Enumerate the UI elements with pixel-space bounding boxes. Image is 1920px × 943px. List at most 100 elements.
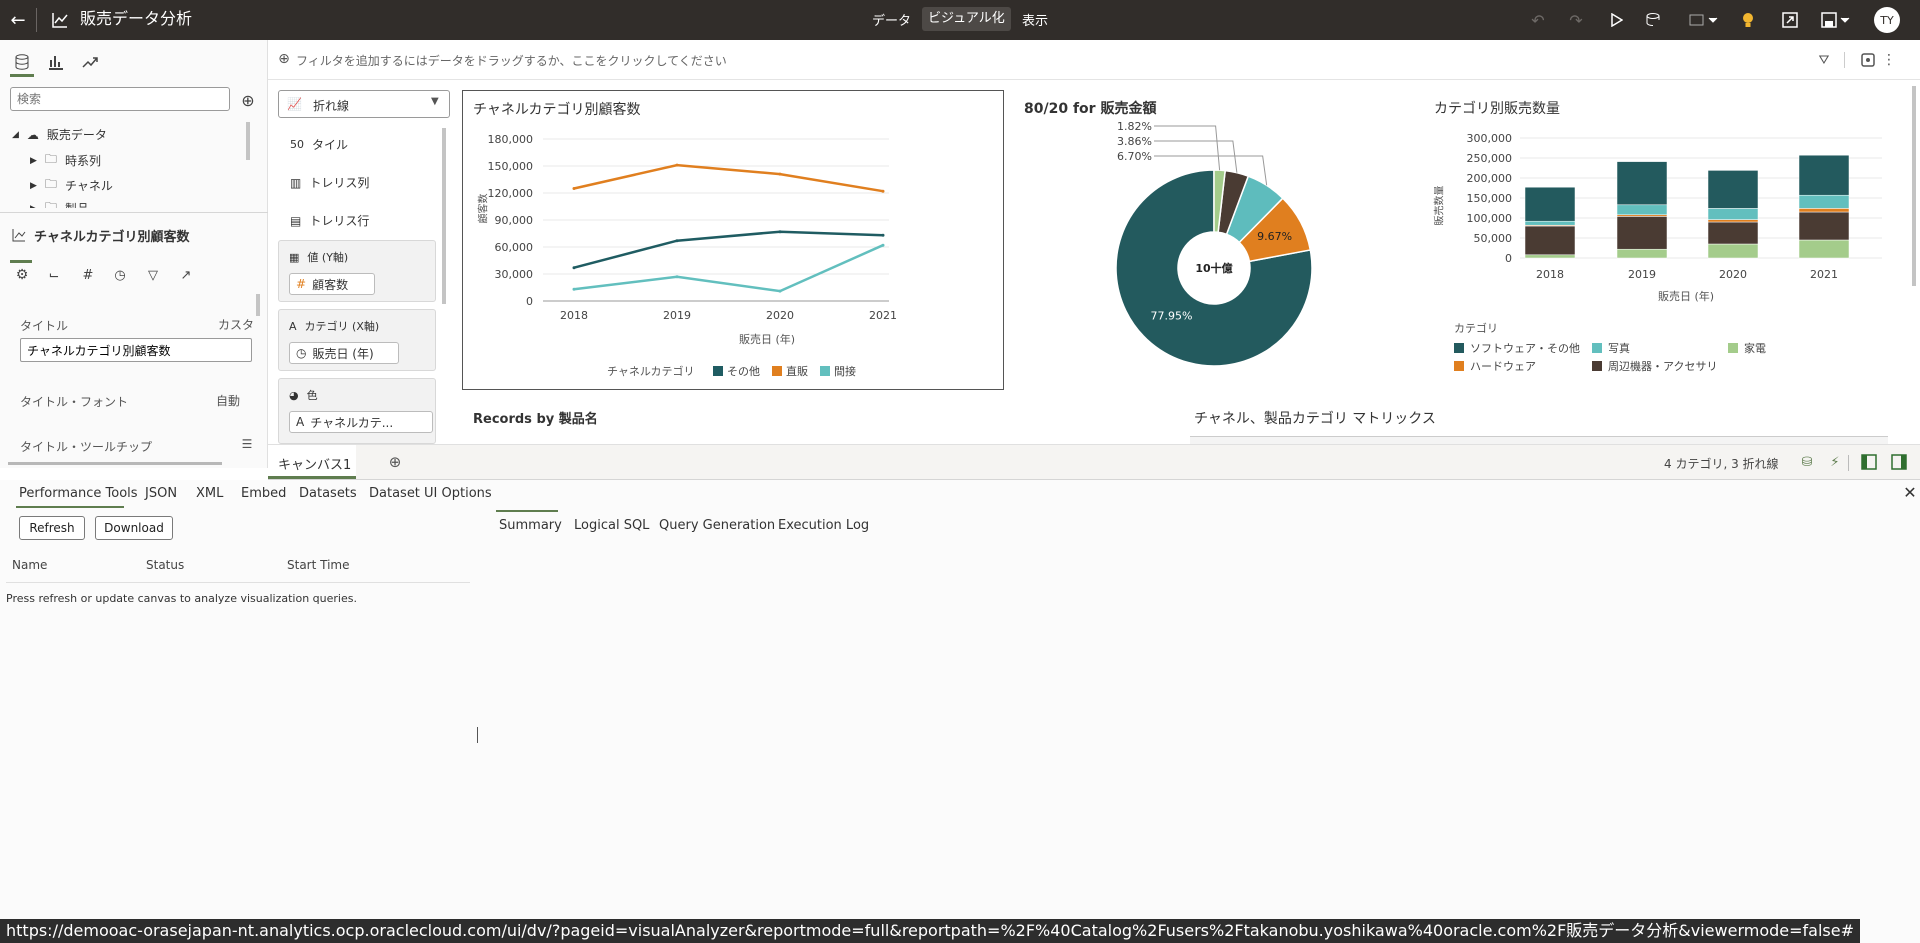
h-scrollbar[interactable]	[8, 462, 222, 465]
tab-performance-tools[interactable]: Performance Tools	[19, 486, 138, 501]
add-filter-icon[interactable]: ⊕	[276, 50, 292, 68]
tree-item-product[interactable]: ▶ 🗀 製品	[30, 198, 89, 208]
filter-bar[interactable]: ⊕ フィルタを追加するにはデータをドラッグするか、ここをクリックしてください ⛛…	[268, 40, 1920, 80]
center-label: 10十億	[1195, 261, 1232, 275]
legend-swatch	[772, 366, 782, 376]
left-panel-toggle-icon[interactable]	[1860, 453, 1878, 471]
grammar-row-label: トレリス列	[309, 176, 370, 190]
grammar-trellis-row[interactable]: ▤ トレリス行	[290, 212, 369, 229]
legend-item[interactable]: ソフトウェア・その他	[1454, 340, 1580, 356]
matrix-title[interactable]: チャネル、製品カテゴリ マトリックス	[1194, 408, 1436, 428]
axis-icon[interactable]: ⌙	[44, 266, 64, 284]
tree-item-time[interactable]: ▶ 🗀 時系列	[30, 150, 101, 171]
add-data-icon[interactable]: ⊕	[238, 90, 258, 110]
tab-canvas1[interactable]: キャンバス1	[268, 445, 356, 479]
x-tick-label: 2019	[1628, 268, 1656, 281]
values-section[interactable]: ▦ 値 (Y軸) # 顧客数	[278, 240, 436, 302]
tree-item-sales-data[interactable]: ◢ ☁ 販売データ	[12, 126, 107, 143]
right-panel-toggle-icon[interactable]	[1890, 453, 1908, 471]
redo-icon[interactable]: ↷	[1564, 8, 1588, 32]
status-text: 4 カテゴリ, 3 折れ線	[1664, 457, 1779, 471]
color-section[interactable]: ◕ 色 A チャネルカテ...	[278, 378, 436, 444]
x-tick-label: 2020	[766, 309, 794, 322]
measure-pill[interactable]: # 顧客数	[289, 273, 375, 295]
undo-icon[interactable]: ↶	[1526, 8, 1550, 32]
subtab-summary[interactable]: Summary	[499, 518, 562, 533]
paint-icon[interactable]: ⛁	[1798, 453, 1816, 471]
scrollbar[interactable]	[1912, 86, 1916, 286]
nav-present[interactable]: 表示	[1022, 10, 1048, 29]
clock-icon[interactable]: ◷	[110, 266, 130, 284]
activity-icon[interactable]: ⚡	[1826, 453, 1844, 471]
tab-datasets[interactable]: Datasets	[299, 486, 357, 501]
legend-item[interactable]: 家電	[1728, 340, 1766, 356]
title-tooltip-label: タイトル・ツールチップ	[20, 440, 153, 454]
subtab-query-generation[interactable]: Query Generation	[659, 518, 775, 533]
list-icon[interactable]: ☰	[240, 436, 254, 452]
grammar-trellis-col[interactable]: ▥ トレリス列	[290, 174, 369, 191]
pie-chart-panel[interactable]: 80/20 for 販売金額 10十億 77.95% 9.67% 6.70% 3.86%…	[1024, 90, 1404, 390]
back-arrow-icon[interactable]: ←	[6, 8, 30, 32]
color-pill[interactable]: A チャネルカテ...	[289, 411, 433, 433]
tab-dataset-ui-options[interactable]: Dataset UI Options	[369, 486, 492, 501]
legend-item[interactable]: 間接	[820, 363, 856, 379]
title-font-value[interactable]: 自動	[216, 392, 240, 409]
bar-chart-panel[interactable]: カテゴリ別販売数量 300,000 250,000 200,000 150,000 10…	[1432, 90, 1892, 390]
legend-item[interactable]: ハードウェア	[1454, 358, 1536, 374]
download-button[interactable]: Download	[95, 516, 173, 540]
analytics-icon[interactable]	[80, 52, 100, 72]
canvas-tab-bar: キャンバス1 ⊕ 4 カテゴリ, 3 折れ線 ⛁ ⚡	[268, 444, 1920, 480]
title-input[interactable]	[20, 338, 252, 362]
data-refresh-icon[interactable]	[1642, 8, 1666, 32]
column-status: Status	[146, 558, 185, 572]
chart-type-select[interactable]: 📈 折れ線 ▼	[278, 90, 450, 118]
legend-label: その他	[727, 365, 760, 378]
scrollbar[interactable]	[442, 128, 446, 304]
nav-data[interactable]: データ	[872, 10, 911, 29]
resize-handle[interactable]	[477, 727, 478, 743]
pill-label: チャネルカテ...	[310, 415, 394, 430]
subtab-logical-sql[interactable]: Logical SQL	[574, 518, 649, 533]
subtab-execution-log[interactable]: Execution Log	[778, 518, 869, 533]
leader-line	[1154, 140, 1238, 173]
line-chart-panel[interactable]: チャネルカテゴリ別顧客数 180,000 150,000 120,000 90,000…	[462, 90, 1004, 390]
number-format-icon[interactable]: #	[78, 266, 98, 284]
auto-apply-icon[interactable]	[1858, 50, 1878, 70]
legend-item[interactable]: 周辺機器・アクセサリ	[1592, 358, 1717, 374]
visualizations-icon[interactable]	[46, 52, 66, 72]
play-icon[interactable]	[1604, 8, 1628, 32]
export-icon[interactable]	[1778, 8, 1802, 32]
analytics-icon[interactable]: ↗	[176, 266, 196, 284]
settings-gear-icon[interactable]: ⚙	[12, 266, 32, 284]
tab-json[interactable]: JSON	[145, 486, 177, 501]
search-input[interactable]	[10, 87, 230, 111]
scrollbar[interactable]	[246, 122, 250, 160]
tree-item-channel[interactable]: ▶ 🗀 チャネル	[30, 175, 113, 196]
category-pill[interactable]: ◷ 販売日 (年)	[289, 342, 399, 364]
legend-item[interactable]: その他	[713, 363, 760, 379]
grammar-tile[interactable]: 50 タイル	[290, 136, 348, 153]
close-icon[interactable]: ✕	[1900, 482, 1920, 502]
data-point	[675, 275, 679, 279]
more-icon[interactable]: ⋮	[1882, 50, 1896, 70]
tab-xml[interactable]: XML	[196, 486, 223, 501]
legend-item[interactable]: 写真	[1592, 340, 1630, 356]
save-menu-icon[interactable]	[1818, 8, 1854, 32]
nav-visualize[interactable]: ビジュアル化	[922, 7, 1011, 31]
filter-icon[interactable]: ▽	[143, 266, 163, 284]
filter-placeholder[interactable]: フィルタを追加するにはデータをドラッグするか、ここをクリックしてください	[296, 52, 727, 69]
scrollbar[interactable]	[256, 294, 260, 316]
records-title[interactable]: Records by 製品名	[473, 408, 598, 427]
avatar[interactable]: TY	[1874, 7, 1900, 33]
comment-menu-icon[interactable]	[1686, 8, 1722, 32]
refresh-button[interactable]: Refresh	[19, 516, 85, 540]
lightbulb-icon[interactable]	[1736, 8, 1760, 32]
tab-embed[interactable]: Embed	[241, 486, 286, 501]
database-icon[interactable]	[12, 52, 32, 72]
bar-segment	[1616, 161, 1668, 206]
add-canvas-icon[interactable]: ⊕	[386, 453, 404, 471]
title-mode-value[interactable]: カスタ	[218, 316, 254, 333]
category-section[interactable]: A カテゴリ (X軸) ◷ 販売日 (年)	[278, 309, 436, 371]
legend-item[interactable]: 直販	[772, 363, 808, 379]
filter-settings-icon[interactable]: ⛛	[1814, 50, 1834, 70]
